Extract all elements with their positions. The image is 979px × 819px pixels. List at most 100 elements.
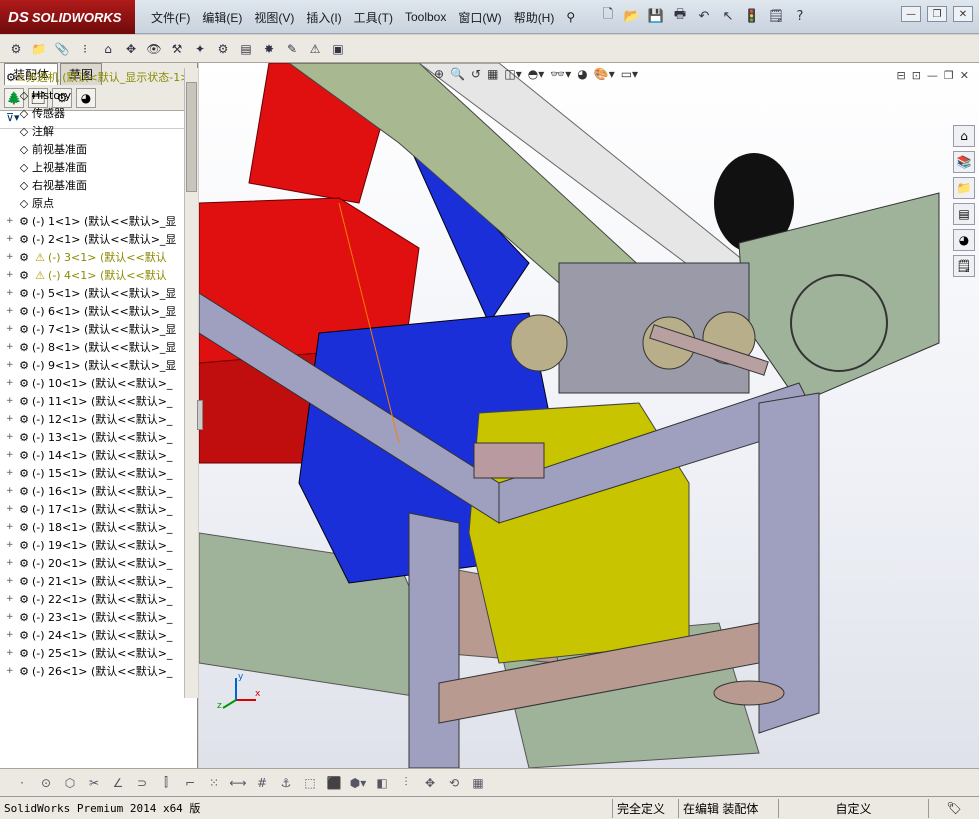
- fillet-icon[interactable]: ⌐: [180, 773, 200, 793]
- table-icon[interactable]: ▦: [468, 773, 488, 793]
- solidworks-logo[interactable]: DS SOLIDWORKS: [0, 0, 135, 34]
- expander-icon[interactable]: +: [6, 414, 16, 424]
- tree-part-row[interactable]: + ⚙ (-) 18<1> (默认<<默认>_: [0, 518, 184, 536]
- file-properties-icon[interactable]: 🗒: [766, 6, 786, 26]
- tree-part-row[interactable]: + ⚙ (-) 22<1> (默认<<默认>_: [0, 590, 184, 608]
- zoom-to-area-icon[interactable]: 🔍: [450, 67, 465, 81]
- expander-icon[interactable]: +: [6, 648, 16, 658]
- tree-part-row[interactable]: + ⚙ (-) 15<1> (默认<<默认>_: [0, 464, 184, 482]
- previous-view-icon[interactable]: ↺: [471, 67, 481, 81]
- tree-part-row[interactable]: + ⚙ (-) 20<1> (默认<<默认>_: [0, 554, 184, 572]
- tree-scrollbar[interactable]: [184, 68, 198, 698]
- solidworks-resources-icon[interactable]: ⌂: [953, 125, 975, 147]
- tree-item[interactable]: ◇ 原点: [0, 194, 184, 212]
- pattern-icon[interactable]: ⁙: [204, 773, 224, 793]
- tree-part-row[interactable]: + ⚙ (-) 21<1> (默认<<默认>_: [0, 572, 184, 590]
- menu-window[interactable]: 窗口(W): [452, 9, 507, 26]
- insert-component-icon[interactable]: ⚙: [6, 39, 26, 59]
- mirror-icon[interactable]: ⫿: [156, 773, 176, 793]
- units-text[interactable]: 自定义: [778, 798, 928, 818]
- hide-show-items-icon[interactable]: 👓▾: [550, 67, 571, 81]
- tree-item[interactable]: ◇ History: [0, 86, 184, 104]
- view-settings-icon[interactable]: ▭▾: [621, 67, 638, 81]
- tree-part-row[interactable]: + ⚙ (-) 23<1> (默认<<默认>_: [0, 608, 184, 626]
- tree-part-row[interactable]: + ⚙ (-) 26<1> (默认<<默认>_: [0, 662, 184, 680]
- dimension-icon[interactable]: ⟷: [228, 773, 248, 793]
- tree-item[interactable]: ◇ 传感器: [0, 104, 184, 122]
- tree-part-row[interactable]: + ⚙ (-) 5<1> (默认<<默认>_显: [0, 284, 184, 302]
- menu-tools[interactable]: 工具(T): [348, 9, 399, 26]
- instant3d-icon[interactable]: ▣: [328, 39, 348, 59]
- expander-icon[interactable]: +: [6, 468, 16, 478]
- assembly-model-render[interactable]: [199, 63, 979, 768]
- reference-geometry-icon[interactable]: ✦: [190, 39, 210, 59]
- tree-item[interactable]: ◇ 注解: [0, 122, 184, 140]
- menu-toolbox[interactable]: Toolbox: [399, 10, 452, 24]
- expander-icon[interactable]: +: [6, 216, 16, 226]
- pin-icon[interactable]: ⚲: [560, 10, 581, 24]
- tree-part-row[interactable]: + ⚙ ⚠ (-) 3<1> (默认<<默认: [0, 248, 184, 266]
- new-motion-study-icon[interactable]: ⚙: [213, 39, 233, 59]
- tree-part-row[interactable]: + ⚙ (-) 25<1> (默认<<默认>_: [0, 644, 184, 662]
- viewport-minimize-icon[interactable]: —: [927, 69, 938, 82]
- file-explorer-icon[interactable]: 📁: [953, 177, 975, 199]
- print-icon[interactable]: 🖶: [670, 6, 690, 26]
- hidden-lines-icon[interactable]: ⫶: [396, 773, 416, 793]
- menu-file[interactable]: 文件(F): [145, 9, 196, 26]
- move-component-icon[interactable]: ✥: [121, 39, 141, 59]
- expander-icon[interactable]: +: [6, 522, 16, 532]
- rebuild-icon[interactable]: 🚦: [742, 6, 762, 26]
- undo-icon[interactable]: ↶: [694, 6, 714, 26]
- tree-part-row[interactable]: + ⚙ (-) 24<1> (默认<<默认>_: [0, 626, 184, 644]
- move-entities-icon[interactable]: ✥: [420, 773, 440, 793]
- viewport-restore-icon[interactable]: ❐: [944, 69, 954, 82]
- section-view-icon[interactable]: ▦: [487, 67, 498, 81]
- expander-icon[interactable]: +: [6, 666, 16, 676]
- tree-part-row[interactable]: + ⚙ (-) 9<1> (默认<<默认>_显: [0, 356, 184, 374]
- menu-insert[interactable]: 插入(I): [300, 9, 347, 26]
- zoom-to-fit-icon[interactable]: ⊕: [434, 67, 444, 81]
- tree-part-row[interactable]: + ⚙ (-) 2<1> (默认<<默认>_显: [0, 230, 184, 248]
- expander-icon[interactable]: +: [6, 432, 16, 442]
- menu-view[interactable]: 视图(V): [248, 9, 300, 26]
- explode-line-sketch-icon[interactable]: ✎: [282, 39, 302, 59]
- smart-fasteners-icon[interactable]: ⌂: [98, 39, 118, 59]
- viewport-close-icon[interactable]: ✕: [960, 69, 969, 82]
- grid-icon[interactable]: #: [252, 773, 272, 793]
- expander-icon[interactable]: +: [6, 342, 16, 352]
- expander-icon[interactable]: +: [6, 252, 16, 262]
- tree-part-row[interactable]: + ⚙ (-) 17<1> (默认<<默认>_: [0, 500, 184, 518]
- tree-part-row[interactable]: + ⚙ (-) 16<1> (默认<<默认>_: [0, 482, 184, 500]
- scroll-thumb[interactable]: [186, 82, 197, 192]
- edit-appearance-icon[interactable]: ◕: [577, 67, 587, 81]
- offset-icon[interactable]: ⊃: [132, 773, 152, 793]
- tree-part-row[interactable]: + ⚙ (-) 7<1> (默认<<默认>_显: [0, 320, 184, 338]
- tree-item[interactable]: ◇ 右视基准面: [0, 176, 184, 194]
- expander-icon[interactable]: +: [6, 324, 16, 334]
- tree-item[interactable]: ◇ 前视基准面: [0, 140, 184, 158]
- expander-icon[interactable]: +: [6, 288, 16, 298]
- polygon-icon[interactable]: ⬡: [60, 773, 80, 793]
- expander-icon[interactable]: +: [6, 234, 16, 244]
- tree-part-row[interactable]: + ⚙ (-) 12<1> (默认<<默认>_: [0, 410, 184, 428]
- appearances-icon[interactable]: ◕: [953, 229, 975, 251]
- expander-icon[interactable]: +: [6, 486, 16, 496]
- expander-icon[interactable]: +: [6, 306, 16, 316]
- menu-help[interactable]: 帮助(H): [508, 9, 561, 26]
- panel-splitter[interactable]: [197, 400, 203, 430]
- new-file-icon[interactable]: 🗋: [598, 6, 618, 26]
- tree-part-row[interactable]: + ⚙ (-) 19<1> (默认<<默认>_: [0, 536, 184, 554]
- close-icon[interactable]: ✕: [953, 6, 973, 22]
- point-icon[interactable]: ·: [12, 773, 32, 793]
- open-file-icon[interactable]: 📂: [622, 6, 642, 26]
- tag-icon[interactable]: 🏷: [928, 798, 979, 818]
- shaded-display-icon[interactable]: ◧: [372, 773, 392, 793]
- linear-pattern-icon[interactable]: ⁝: [75, 39, 95, 59]
- expander-icon[interactable]: +: [6, 612, 16, 622]
- help-icon[interactable]: ?: [790, 6, 810, 26]
- save-icon[interactable]: 💾: [646, 6, 666, 26]
- relations-icon[interactable]: ⚓: [276, 773, 296, 793]
- tree-part-row[interactable]: + ⚙ (-) 6<1> (默认<<默认>_显: [0, 302, 184, 320]
- isometric-view-icon[interactable]: ⬢▾: [348, 773, 368, 793]
- circle-icon[interactable]: ⊙: [36, 773, 56, 793]
